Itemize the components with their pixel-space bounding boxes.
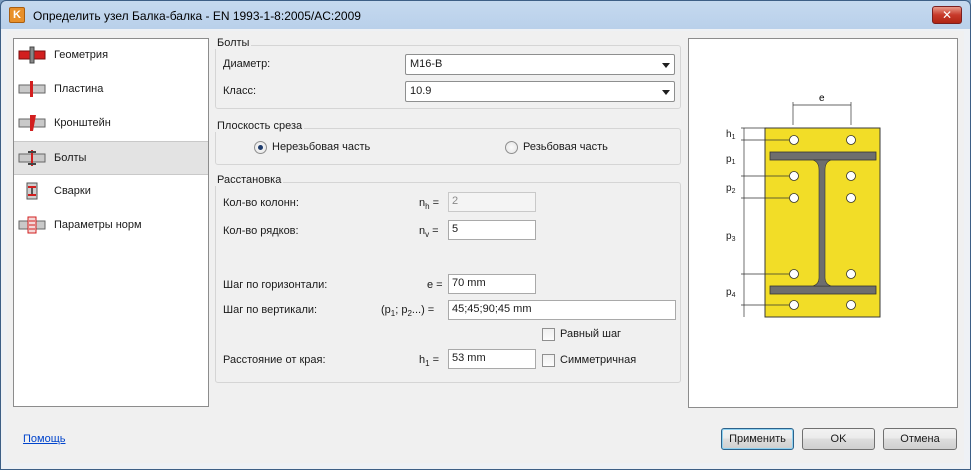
threaded-radio[interactable] <box>505 141 518 154</box>
cancel-button[interactable]: Отмена <box>883 428 957 450</box>
sidebar-item-bracket[interactable]: Кронштейн <box>14 107 208 141</box>
diameter-label: Диаметр: <box>223 58 271 70</box>
equal-step-checkbox[interactable] <box>542 328 555 341</box>
dim-p3-label: p3 <box>726 231 736 243</box>
code-parameters-icon <box>18 216 46 234</box>
class-label: Класс: <box>223 85 256 97</box>
dim-p1-label: p1 <box>726 154 736 166</box>
dim-p4-label: p4 <box>726 287 736 299</box>
sidebar-item-label: Пластина <box>54 83 104 95</box>
sidebar-item-welds[interactable]: Сварки <box>14 175 208 209</box>
bolts-icon <box>18 150 46 166</box>
rows-count-field[interactable]: 5 <box>448 220 536 240</box>
edge-distance-label: Расстояние от края: <box>223 354 326 366</box>
sidebar-item-geometry[interactable]: Геометрия <box>14 39 208 73</box>
chevron-down-icon <box>662 90 670 95</box>
close-button[interactable]: ✕ <box>932 6 962 24</box>
rows-symbol: nv = <box>419 225 439 240</box>
sidebar-item-label: Кронштейн <box>54 117 111 129</box>
connection-preview: e h1 p1 p2 p3 p4 <box>688 38 958 408</box>
class-value: 10.9 <box>410 85 432 97</box>
apply-button[interactable]: Применить <box>721 428 794 450</box>
plate-icon <box>18 81 46 97</box>
dialog-client-area: Геометрия Пластина Кронштейн Болты Сварк… <box>7 31 964 463</box>
equal-step-label[interactable]: Равный шаг <box>560 328 621 340</box>
dim-e-label: e <box>819 93 825 104</box>
sidebar-item-code-parameters[interactable]: Параметры норм <box>14 209 208 243</box>
diameter-select[interactable]: M16-B <box>405 54 675 75</box>
dialog-window: K Определить узел Балка-балка - EN 1993-… <box>0 0 971 470</box>
diameter-value: M16-B <box>410 58 443 70</box>
sidebar-item-plate[interactable]: Пластина <box>14 73 208 107</box>
bolts-group-title: Болты <box>215 37 252 49</box>
welds-icon <box>26 182 38 200</box>
columns-label: Кол-во колонн: <box>223 197 299 209</box>
edge-distance-field[interactable]: 53 mm <box>448 349 536 369</box>
app-icon: K <box>9 7 25 23</box>
vertical-step-label: Шаг по вертикали: <box>223 304 318 316</box>
sidebar-item-bolts[interactable]: Болты <box>14 141 208 175</box>
columns-count-field: 2 <box>448 192 536 212</box>
horizontal-step-symbol: e = <box>427 279 443 291</box>
chevron-down-icon <box>662 63 670 68</box>
vertical-step-field[interactable]: 45;45;90;45 mm <box>448 300 676 320</box>
vertical-step-symbol: (p1; p2...) = <box>381 304 435 319</box>
help-link[interactable]: Помощь <box>23 433 66 445</box>
columns-symbol: nh = <box>419 197 440 212</box>
ok-button[interactable]: OK <box>802 428 875 450</box>
horizontal-step-label: Шаг по горизонтали: <box>223 279 328 291</box>
horizontal-step-field[interactable]: 70 mm <box>448 274 536 294</box>
sidebar-item-label: Геометрия <box>54 49 109 61</box>
sidebar-item-label: Болты <box>54 152 87 164</box>
section-sidebar: Геометрия Пластина Кронштейн Болты Сварк… <box>13 38 209 407</box>
sidebar-item-label: Параметры норм <box>54 219 142 231</box>
symmetric-label[interactable]: Симметричная <box>560 354 636 366</box>
class-select[interactable]: 10.9 <box>405 81 675 102</box>
symmetric-checkbox[interactable] <box>542 354 555 367</box>
dim-p2-label: p2 <box>726 183 736 195</box>
bolt-layout-diagram: e h1 p1 p2 p3 p4 <box>726 93 881 318</box>
shear-plane-group-title: Плоскость среза <box>215 120 305 132</box>
edge-distance-symbol: h1 = <box>419 354 440 369</box>
geometry-icon <box>18 46 46 64</box>
rows-label: Кол-во рядков: <box>223 225 299 237</box>
sidebar-item-label: Сварки <box>54 185 91 197</box>
threaded-label[interactable]: Резьбовая часть <box>523 141 608 153</box>
layout-group-title: Расстановка <box>215 174 284 186</box>
title-bar[interactable]: K Определить узел Балка-балка - EN 1993-… <box>1 1 970 31</box>
window-title: Определить узел Балка-балка - EN 1993-1-… <box>33 9 361 23</box>
unthreaded-radio[interactable] <box>254 141 267 154</box>
bracket-icon <box>18 115 46 131</box>
unthreaded-label[interactable]: Нерезьбовая часть <box>272 141 370 153</box>
dim-h1-label: h1 <box>726 129 736 141</box>
